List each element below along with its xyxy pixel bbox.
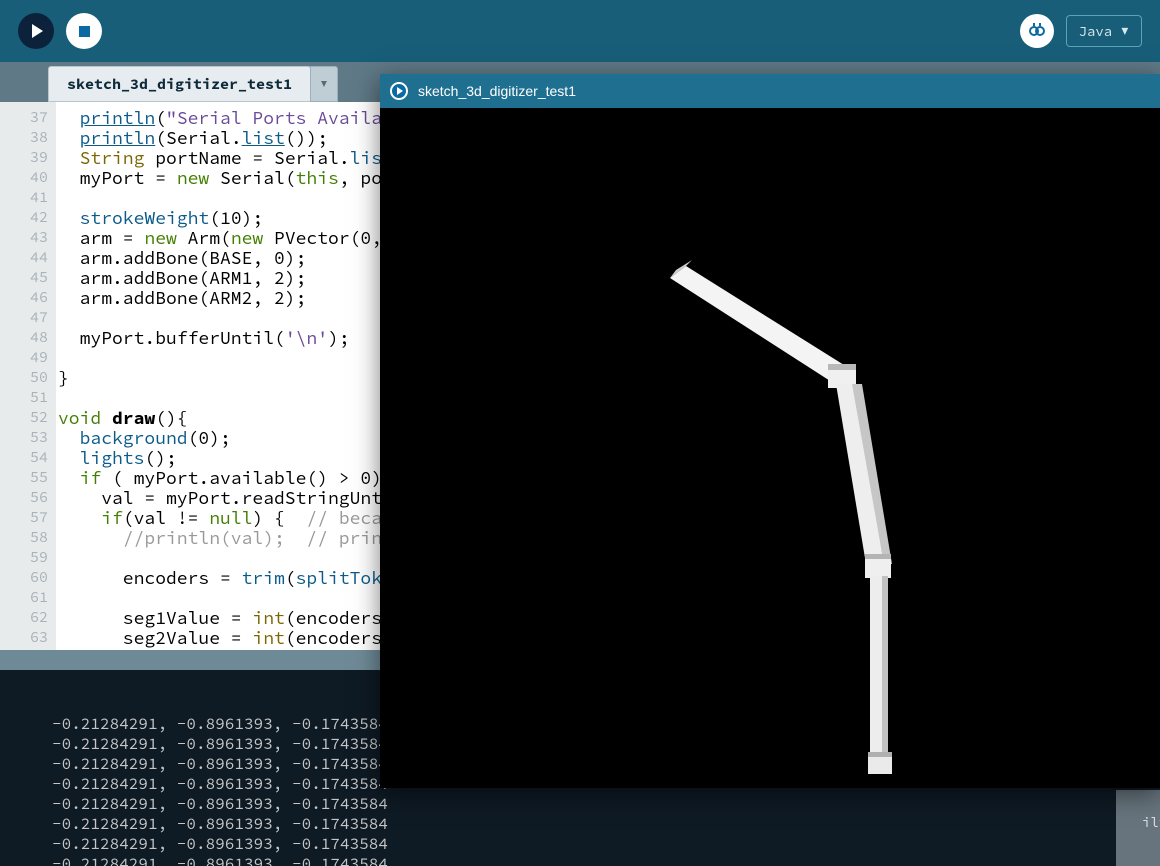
line-number: 56 (0, 488, 48, 508)
line-number: 53 (0, 428, 48, 448)
line-number: 45 (0, 268, 48, 288)
line-number: 40 (0, 168, 48, 188)
arm-render (380, 108, 1160, 788)
sketch-titlebar[interactable]: sketch_3d_digitizer_test1 (380, 74, 1160, 108)
line-number: 43 (0, 228, 48, 248)
console-line: -0.21284291, -0.8961393, -0.1743584 (52, 834, 1160, 854)
sketch-canvas (380, 108, 1160, 788)
console-line: -0.21284291, -0.8961393, -0.1743584 (52, 794, 1160, 814)
filter-hint: ilter (1142, 812, 1160, 832)
line-number: 48 (0, 328, 48, 348)
tab-menu-arrow[interactable]: ▼ (310, 66, 338, 102)
line-number: 42 (0, 208, 48, 228)
run-button[interactable] (18, 13, 54, 49)
line-number: 38 (0, 128, 48, 148)
stop-button[interactable] (66, 13, 102, 49)
line-number: 60 (0, 568, 48, 588)
line-number: 59 (0, 548, 48, 568)
line-number: 63 (0, 628, 48, 648)
line-number: 61 (0, 588, 48, 608)
line-gutter: 3738394041424344454647484950515253545556… (0, 102, 56, 650)
line-number: 57 (0, 508, 48, 528)
sketch-window: sketch_3d_digitizer_test1 (380, 74, 1160, 788)
console-line: -0.21284291, -0.8961393, -0.1743584 (52, 854, 1160, 866)
line-number: 55 (0, 468, 48, 488)
line-number: 46 (0, 288, 48, 308)
toolbar: Java ▼ Co eop (0, 0, 1160, 62)
debug-button[interactable] (1020, 14, 1054, 48)
line-number: 50 (0, 368, 48, 388)
line-number: 54 (0, 448, 48, 468)
line-number: 44 (0, 248, 48, 268)
line-number: 47 (0, 308, 48, 328)
line-number: 51 (0, 388, 48, 408)
tab-sketch[interactable]: sketch_3d_digitizer_test1 (48, 66, 311, 102)
line-number: 37 (0, 108, 48, 128)
sketch-title: sketch_3d_digitizer_test1 (418, 83, 576, 99)
debug-icon (1027, 21, 1047, 41)
console-line: -0.21284291, -0.8961393, -0.1743584 (52, 814, 1160, 834)
line-number: 39 (0, 148, 48, 168)
line-number: 62 (0, 608, 48, 628)
line-number: 58 (0, 528, 48, 548)
language-selector[interactable]: Java ▼ (1066, 15, 1142, 47)
line-number: 41 (0, 188, 48, 208)
line-number: 49 (0, 348, 48, 368)
processing-icon (390, 82, 408, 100)
line-number: 52 (0, 408, 48, 428)
